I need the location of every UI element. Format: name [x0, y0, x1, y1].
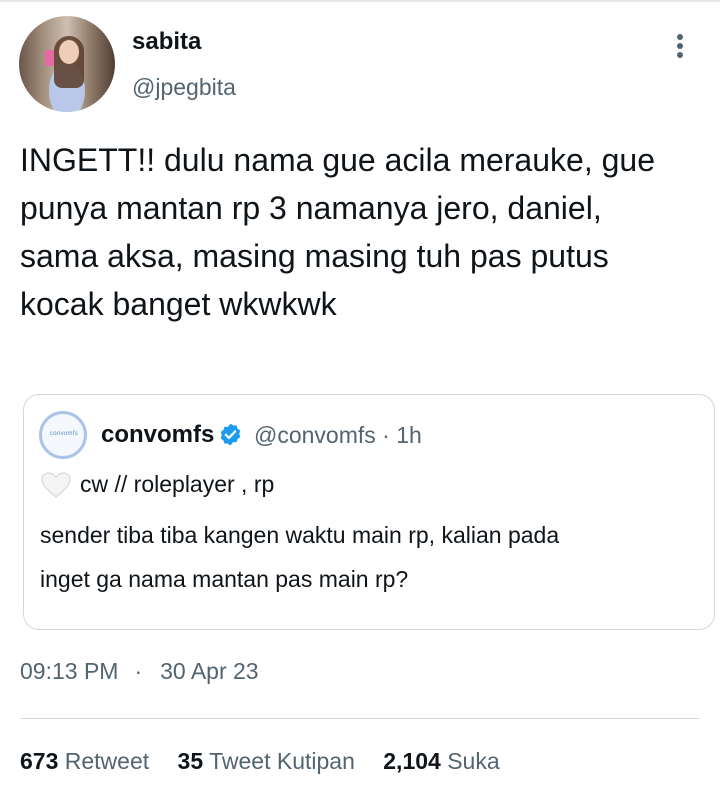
timestamp-separator: · — [134, 658, 143, 684]
retweet-label: Retweet — [64, 748, 150, 774]
quote-tweet-stat[interactable]: 35 Tweet Kutipan — [178, 748, 355, 774]
quoted-avatar[interactable]: convomfs — [39, 411, 87, 459]
verified-badge-icon — [220, 423, 241, 446]
quoted-handle-time[interactable]: @convomfs · 1h — [254, 422, 422, 449]
tweet-stats: 673 Retweet 35 Tweet Kutipan 2,104 Suka — [20, 748, 522, 775]
avatar-face — [59, 40, 79, 64]
quoted-tweet-card[interactable]: convomfs convomfs @convomfs · 1h cw // r… — [23, 394, 715, 630]
quoted-author-name[interactable]: convomfs — [101, 421, 214, 449]
tweet-timestamp[interactable]: 09:13 PM · 30 Apr 23 — [20, 658, 259, 685]
quote-label: Tweet Kutipan — [209, 748, 355, 774]
stats-divider — [20, 718, 700, 719]
top-divider — [0, 0, 720, 2]
tweet-time: 09:13 PM — [20, 658, 119, 684]
like-stat[interactable]: 2,104 Suka — [383, 748, 499, 774]
white-heart-icon — [41, 472, 71, 498]
author-handle[interactable]: @jpegbita — [132, 74, 236, 101]
quoted-avatar-text: convomfs — [50, 431, 79, 437]
retweet-count: 673 — [20, 748, 59, 774]
more-options-icon[interactable] — [672, 34, 688, 64]
like-label: Suka — [447, 748, 500, 774]
quote-count: 35 — [177, 748, 204, 774]
retweet-stat[interactable]: 673 Retweet — [20, 748, 149, 774]
tweet-text: INGETT!! dulu nama gue acila merauke, gu… — [20, 142, 655, 322]
like-count: 2,104 — [383, 748, 441, 774]
tweet-date: 30 Apr 23 — [160, 658, 259, 684]
author-name[interactable]: sabita — [132, 28, 201, 56]
avatar-phone — [45, 50, 54, 66]
quoted-tweet-text: sender tiba tiba kangen waktu main rp, k… — [40, 522, 560, 592]
quoted-content-warning: cw // roleplayer , rp — [80, 471, 275, 497]
author-avatar[interactable] — [19, 16, 115, 112]
